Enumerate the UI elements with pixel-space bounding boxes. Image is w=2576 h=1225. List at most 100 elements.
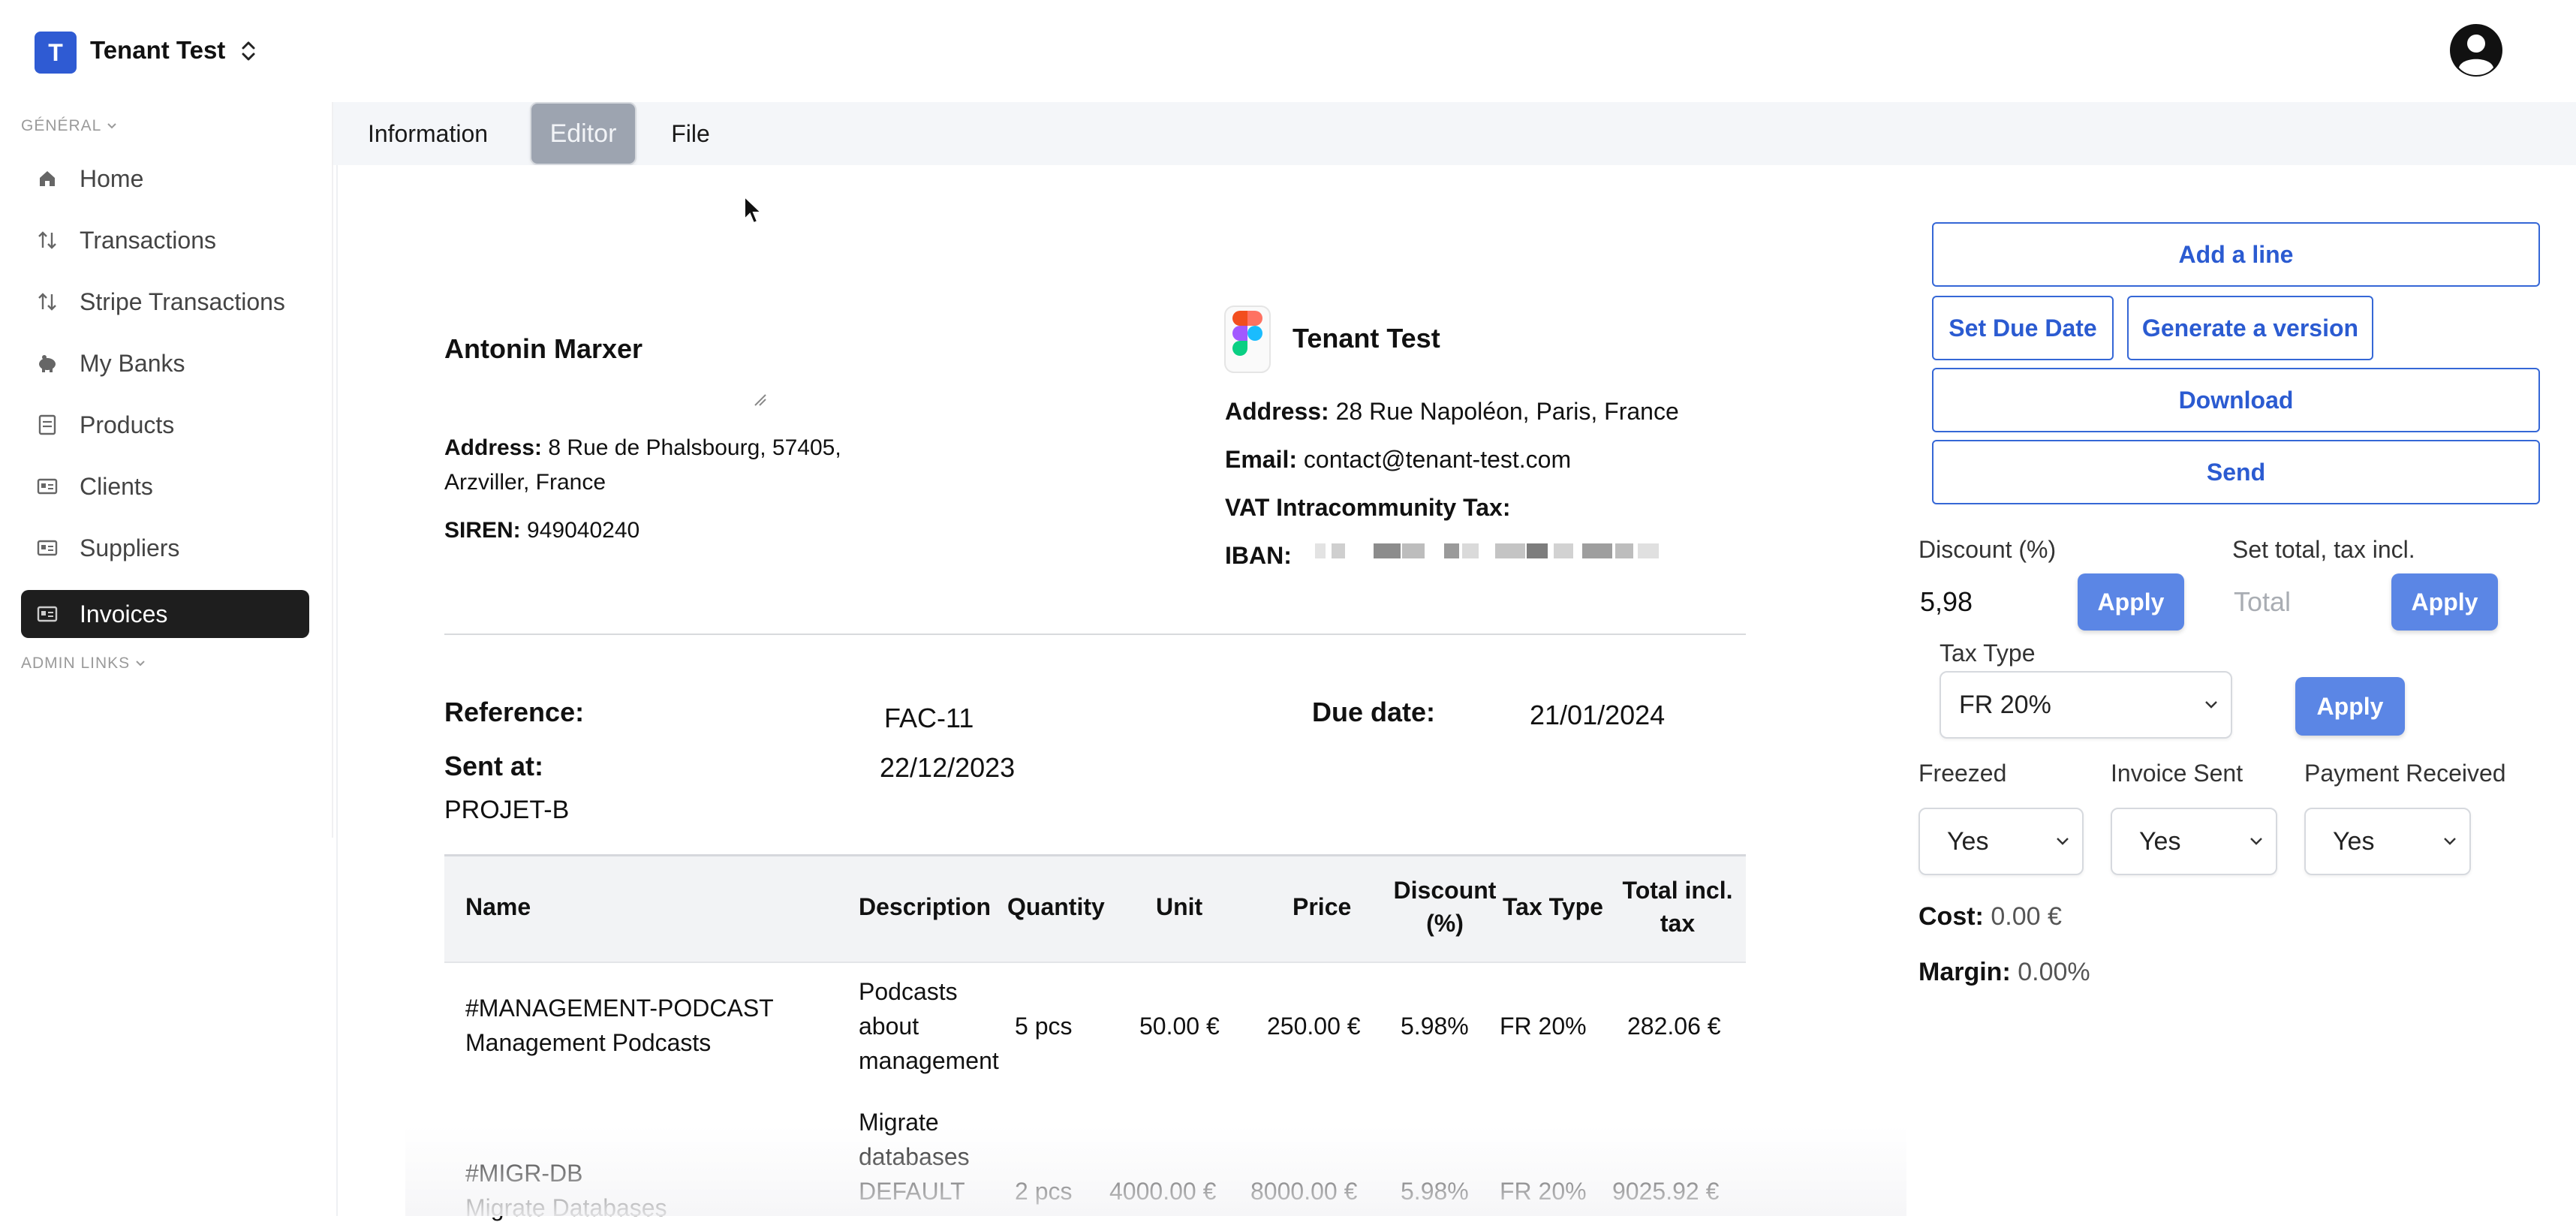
line-tax-type: FR 20% <box>1500 1013 1587 1040</box>
invoice-sent-label: Invoice Sent <box>2111 760 2243 787</box>
line-unit: 4000.00 € <box>1109 1178 1217 1205</box>
col-header-name: Name <box>465 893 531 920</box>
client-name[interactable]: Antonin Marxer <box>444 333 642 365</box>
id-card-icon <box>36 603 59 625</box>
client-address-label: Address: <box>444 435 543 460</box>
sidebar-item-label: My Banks <box>80 349 185 377</box>
col-header-discount-line2: (%) <box>1426 910 1464 937</box>
tenant-logo[interactable]: T <box>35 32 77 74</box>
col-header-discount-line1: Discount <box>1393 877 1497 904</box>
invoice-sent-select[interactable]: Yes <box>2111 808 2277 875</box>
company-email: Email: contact@tenant-test.com <box>1225 446 1571 474</box>
margin-summary: Margin: 0.00% <box>1918 958 2090 987</box>
line-description-2: databases <box>859 1143 970 1170</box>
line-total: 9025.92 € <box>1612 1178 1720 1205</box>
client-siren-label: SIREN: <box>444 518 521 543</box>
tenant-name[interactable]: Tenant Test <box>90 36 225 65</box>
sidebar-item-stripe-transactions[interactable]: Stripe Transactions <box>21 278 309 326</box>
chevron-updown-icon[interactable] <box>239 38 258 65</box>
line-discount: 5.98% <box>1401 1013 1469 1040</box>
generate-version-button[interactable]: Generate a version <box>2127 296 2373 360</box>
resize-handle-icon[interactable] <box>754 393 767 407</box>
sidebar-item-label: Clients <box>80 472 153 500</box>
id-card-icon <box>36 537 59 559</box>
set-due-date-button[interactable]: Set Due Date <box>1932 296 2114 360</box>
payment-received-select[interactable]: Yes <box>2304 808 2471 875</box>
download-button[interactable]: Download <box>1932 368 2540 432</box>
sidebar-item-invoices[interactable]: Invoices <box>21 590 309 638</box>
line-description-3: management <box>859 1047 999 1074</box>
sent-at-value[interactable]: 22/12/2023 <box>880 752 1015 784</box>
company-email-label: Email: <box>1225 446 1298 473</box>
user-avatar-icon[interactable] <box>2448 23 2504 78</box>
line-description-1: Podcasts <box>859 978 958 1005</box>
apply-total-button[interactable]: Apply <box>2391 573 2498 631</box>
apply-tax-button[interactable]: Apply <box>2295 677 2405 736</box>
tab-editor[interactable]: Editor <box>530 102 636 165</box>
client-siren-value: 949040240 <box>527 518 640 543</box>
line-price: 8000.00 € <box>1250 1178 1358 1205</box>
company-iban-label: IBAN: <box>1225 542 1292 569</box>
payment-received-value: Yes <box>2333 826 2375 856</box>
col-header-total: Total incl. tax <box>1614 874 1741 940</box>
company-name: Tenant Test <box>1293 323 1440 354</box>
company-address-label: Address: <box>1225 398 1329 425</box>
line-discount: 5.98% <box>1401 1178 1469 1205</box>
sidebar-item-transactions[interactable]: Transactions <box>21 216 309 264</box>
section-admin-label: ADMIN LINKS <box>21 655 131 672</box>
line-name: Management Podcasts <box>465 1029 712 1056</box>
chevron-down-icon <box>2205 701 2217 709</box>
line-quantity: 2 pcs <box>1015 1178 1073 1205</box>
tax-type-select[interactable]: FR 20% <box>1940 671 2232 739</box>
total-input[interactable] <box>2232 582 2370 622</box>
apply-discount-button[interactable]: Apply <box>2078 573 2184 631</box>
section-general[interactable]: GÉNÉRAL <box>21 117 118 135</box>
payment-received-label: Payment Received <box>2304 760 2506 787</box>
sidebar-item-label: Transactions <box>80 226 216 254</box>
company-address: Address: 28 Rue Napoléon, Paris, France <box>1225 398 1679 426</box>
line-code: #MANAGEMENT-PODCAST <box>465 995 774 1022</box>
sidebar-item-products[interactable]: Products <box>21 401 309 449</box>
sidebar-item-home[interactable]: Home <box>21 155 309 203</box>
freezed-select[interactable]: Yes <box>1918 808 2084 875</box>
chevron-down-icon <box>2057 838 2069 845</box>
col-header-description: Description <box>859 893 992 920</box>
due-date-value[interactable]: 21/01/2024 <box>1530 700 1665 731</box>
sidebar-item-suppliers[interactable]: Suppliers <box>21 524 309 572</box>
line-description-3: DEFAULT <box>859 1178 965 1205</box>
section-admin-links[interactable]: ADMIN LINKS <box>21 655 146 673</box>
sort-arrows-icon <box>36 290 59 313</box>
set-total-label: Set total, tax incl. <box>2232 536 2415 563</box>
col-header-total-line1: Total incl. <box>1622 877 1733 904</box>
tab-information[interactable]: Information <box>353 102 503 165</box>
col-header-quantity: Quantity <box>1007 893 1105 920</box>
cost-label: Cost: <box>1918 902 1984 931</box>
line-tax-type: FR 20% <box>1500 1178 1587 1205</box>
line-code: #MIGR-DB <box>465 1160 583 1187</box>
sent-at-label: Sent at: <box>444 751 544 781</box>
line-total: 282.06 € <box>1627 1013 1721 1040</box>
tab-file[interactable]: File <box>661 102 721 165</box>
sidebar-item-clients[interactable]: Clients <box>21 462 309 510</box>
client-address: Address: 8 Rue de Phalsbourg, 57405, <box>444 435 841 461</box>
freezed-value: Yes <box>1947 826 1989 856</box>
col-header-unit: Unit <box>1156 893 1203 920</box>
mouse-cursor-icon <box>744 195 763 224</box>
line-description-1: Migrate <box>859 1109 939 1136</box>
section-general-label: GÉNÉRAL <box>21 117 102 134</box>
sidebar-item-my-banks[interactable]: My Banks <box>21 339 309 387</box>
iban-redacted-mask <box>1315 543 1659 558</box>
send-button[interactable]: Send <box>1932 440 2540 504</box>
sidebar-item-label: Invoices <box>80 600 168 628</box>
line-price: 250.00 € <box>1267 1013 1361 1040</box>
project-name[interactable]: PROJET-B <box>444 796 569 825</box>
line-unit: 50.00 € <box>1139 1013 1220 1040</box>
piggy-bank-icon <box>36 352 59 375</box>
discount-input[interactable] <box>1918 582 2057 622</box>
line-name: Migrate Databases <box>465 1194 667 1221</box>
company-address-value: 28 Rue Napoléon, Paris, France <box>1335 398 1679 425</box>
col-header-price: Price <box>1293 893 1352 920</box>
reference-value[interactable]: FAC-11 <box>884 703 974 734</box>
add-line-button[interactable]: Add a line <box>1932 222 2540 287</box>
col-header-total-line2: tax <box>1660 910 1696 937</box>
